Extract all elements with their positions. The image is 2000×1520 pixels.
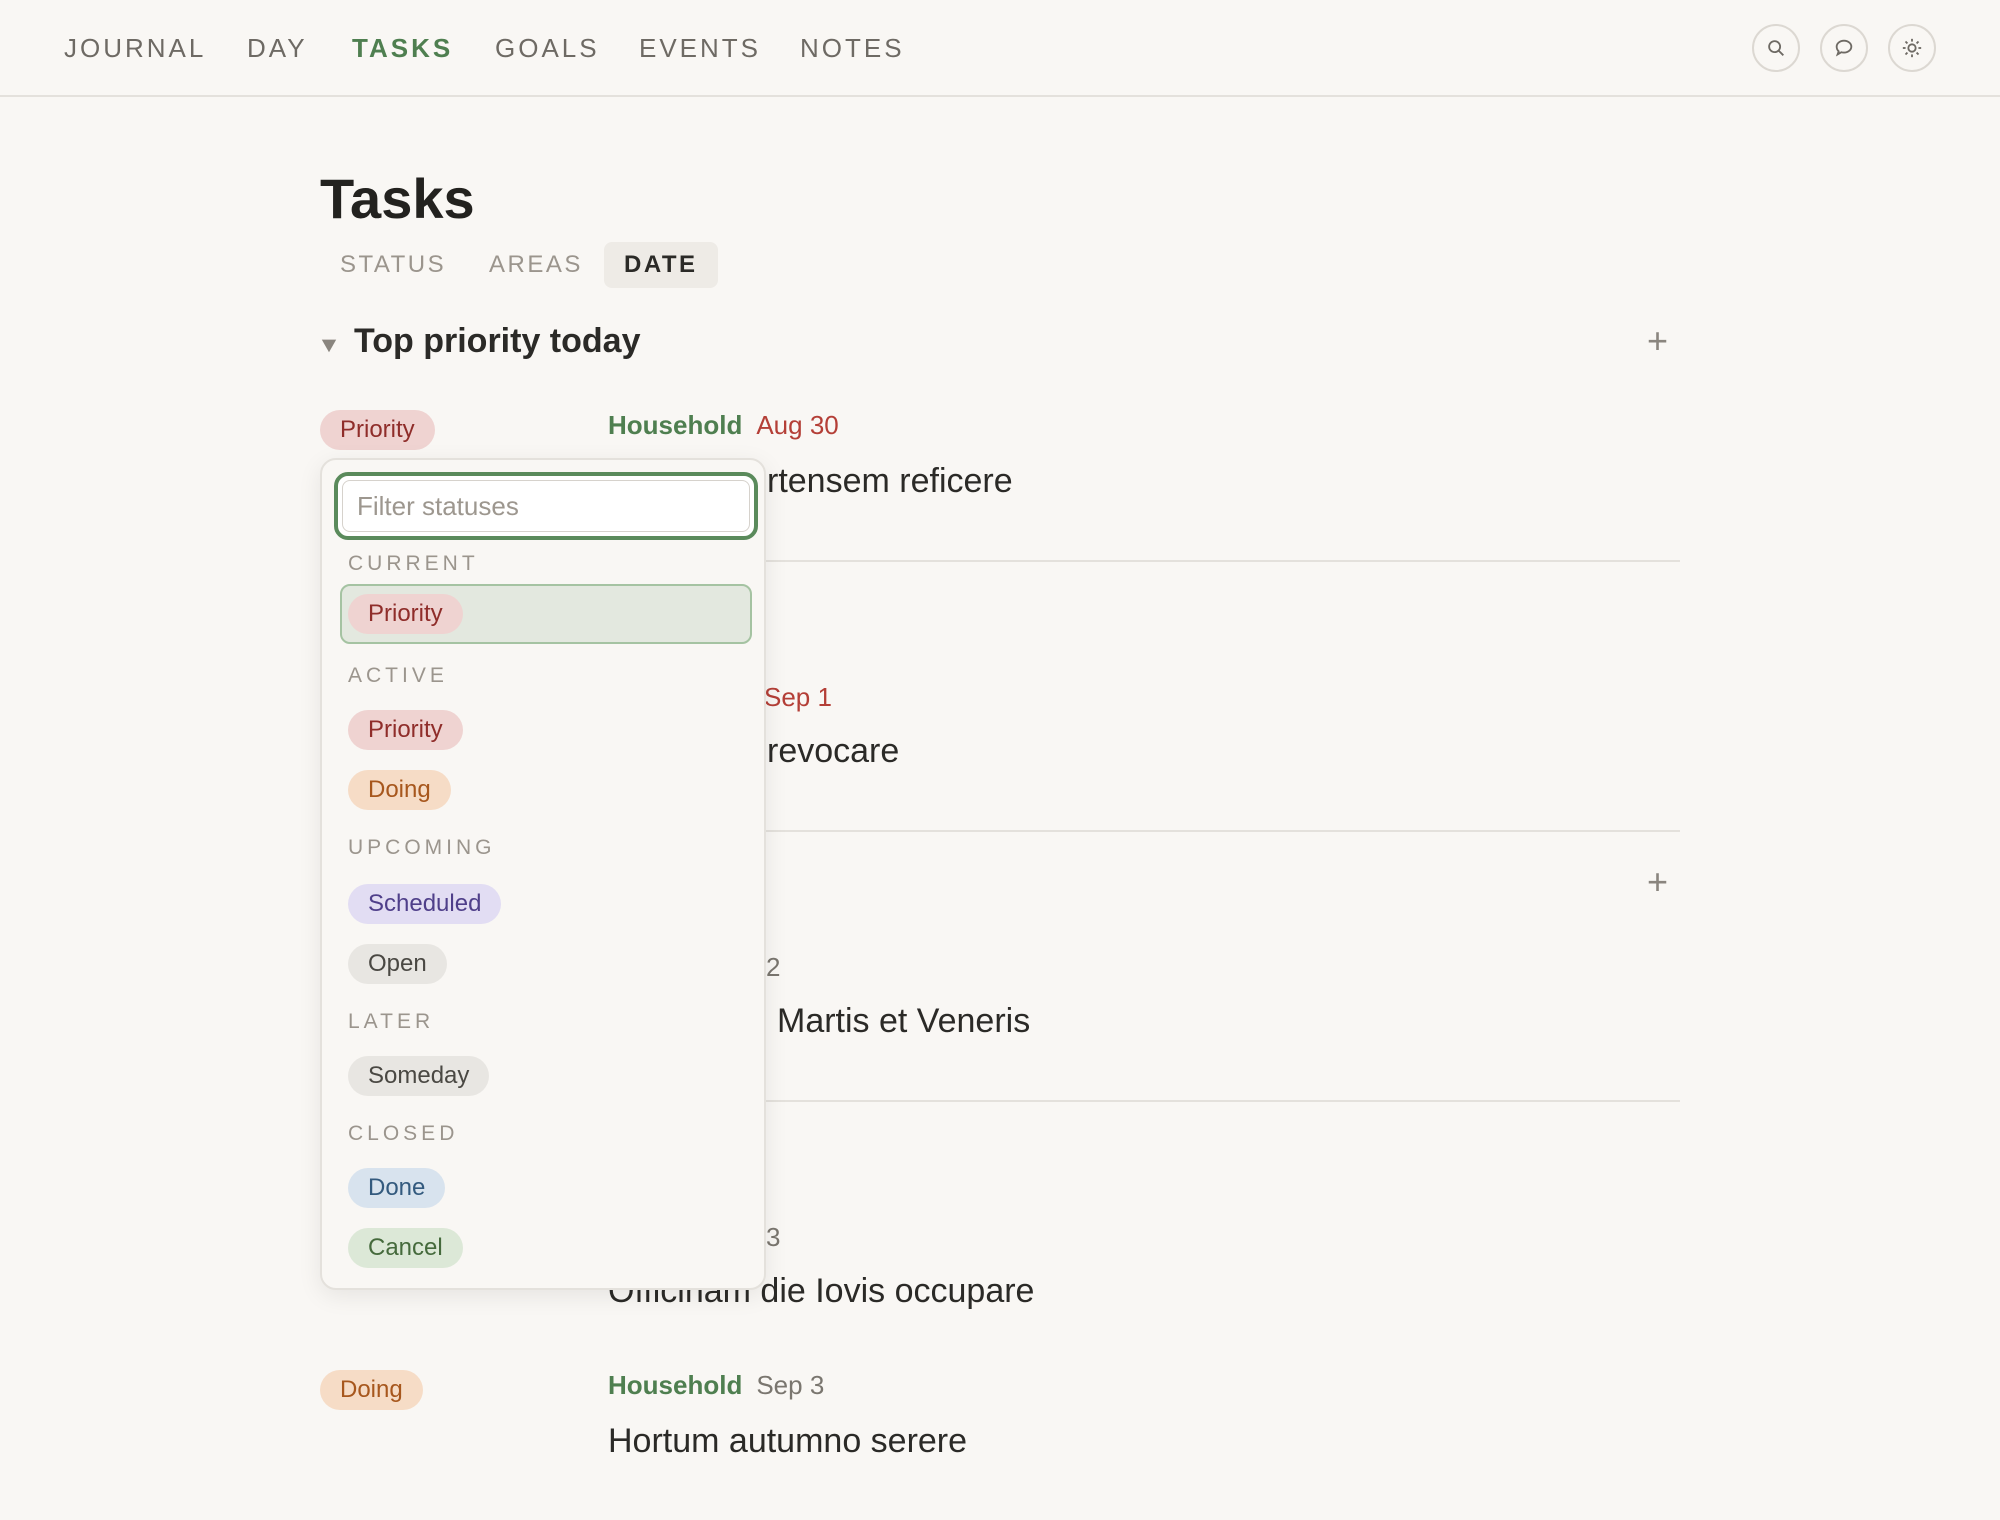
tab-areas[interactable]: AREAS	[469, 242, 603, 288]
task-meta: Household Sep 3	[608, 1370, 824, 1401]
status-option-someday[interactable]: Someday	[348, 1056, 490, 1096]
group-label-upcoming: UPCOMING	[348, 836, 496, 859]
caret-down-icon[interactable]	[320, 336, 338, 354]
task-title[interactable]: Hortum autumno serere	[608, 1422, 967, 1461]
group-label-active: ACTIVE	[348, 664, 448, 687]
chat-button[interactable]	[1820, 24, 1868, 72]
task-area[interactable]: Household	[608, 410, 742, 440]
task-date[interactable]: 3	[766, 1222, 780, 1253]
page-title: Tasks	[320, 167, 475, 230]
option-selected[interactable]: Priority	[340, 584, 752, 644]
status-option-open[interactable]: Open	[348, 944, 447, 984]
nav-journal[interactable]: JOURNAL	[64, 33, 206, 64]
task-title[interactable]: revocare	[767, 732, 899, 771]
search-button[interactable]	[1752, 24, 1800, 72]
task-date[interactable]: Aug 30	[756, 410, 838, 440]
divider	[608, 560, 1680, 562]
group-label-closed: CLOSED	[348, 1122, 459, 1145]
status-option-cancel[interactable]: Cancel	[348, 1228, 463, 1268]
divider	[608, 1100, 1680, 1102]
tab-date[interactable]: DATE	[604, 242, 718, 288]
filter-wrapper	[334, 472, 758, 540]
nav-day[interactable]: DAY	[247, 33, 308, 64]
status-option-priority[interactable]: Priority	[348, 710, 463, 750]
sun-icon	[1902, 38, 1922, 58]
status-option-done[interactable]: Done	[348, 1168, 446, 1208]
status-pill[interactable]: Priority	[320, 410, 435, 450]
nav-goals[interactable]: GOALS	[495, 33, 600, 64]
task-area[interactable]: Household	[608, 1370, 742, 1400]
task-date[interactable]: Sep 3	[756, 1370, 824, 1400]
section-title: Top priority today	[354, 322, 641, 360]
status-option-doing[interactable]: Doing	[348, 770, 451, 810]
status-option-scheduled[interactable]: Scheduled	[348, 884, 502, 924]
group-label-current: CURRENT	[348, 552, 479, 575]
add-task-plus-icon-2[interactable]: +	[1647, 864, 1668, 900]
group-label-later: LATER	[348, 1010, 435, 1033]
status-pill[interactable]: Doing	[320, 1370, 423, 1410]
divider	[608, 830, 1680, 832]
theme-toggle-button[interactable]	[1888, 24, 1936, 72]
task-meta: Household Aug 30	[608, 410, 839, 441]
status-option-priority-current: Priority	[348, 594, 463, 634]
search-icon	[1768, 40, 1784, 56]
nav-events[interactable]: EVENTS	[639, 33, 761, 64]
tab-status[interactable]: STATUS	[320, 242, 466, 288]
status-dropdown: CURRENT Priority ACTIVE Priority Doing U…	[320, 458, 766, 1290]
chat-icon	[1835, 39, 1853, 57]
nav-tasks[interactable]: TASKS	[352, 33, 453, 64]
task-date[interactable]: Sep 1	[764, 682, 832, 713]
nav-notes[interactable]: NOTES	[800, 33, 905, 64]
add-task-plus-icon[interactable]: +	[1647, 323, 1668, 359]
top-nav: JOURNAL DAY TASKS GOALS EVENTS NOTES	[0, 0, 2000, 97]
filter-statuses-input[interactable]	[342, 480, 750, 532]
task-date[interactable]: 2	[766, 952, 780, 983]
section-header[interactable]: Top priority today	[320, 322, 640, 361]
task-title[interactable]: rtensem reficere	[767, 462, 1013, 501]
task-title[interactable]: Martis et Veneris	[777, 1002, 1030, 1041]
